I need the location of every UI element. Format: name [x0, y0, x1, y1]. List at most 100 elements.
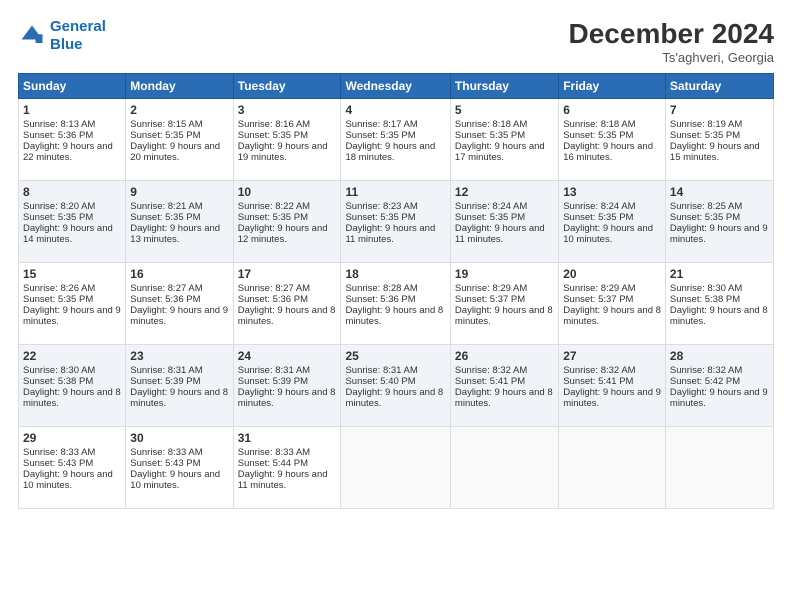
sunset-label: Sunset: 5:35 PM	[130, 130, 200, 141]
sunset-label: Sunset: 5:35 PM	[455, 212, 525, 223]
col-thursday: Thursday	[450, 74, 558, 99]
daylight-label: Daylight: 9 hours and 8 minutes.	[563, 305, 661, 327]
daylight-label: Daylight: 9 hours and 9 minutes.	[23, 305, 121, 327]
sunset-label: Sunset: 5:35 PM	[23, 294, 93, 305]
sunrise-label: Sunrise: 8:22 AM	[238, 201, 310, 212]
calendar-cell: 1 Sunrise: 8:13 AM Sunset: 5:36 PM Dayli…	[19, 99, 126, 181]
calendar-cell: 9 Sunrise: 8:21 AM Sunset: 5:35 PM Dayli…	[126, 181, 233, 263]
title-block: December 2024 Ts'aghveri, Georgia	[569, 18, 774, 65]
logo-line1: General	[50, 18, 106, 35]
sunset-label: Sunset: 5:43 PM	[130, 458, 200, 469]
daylight-label: Daylight: 9 hours and 11 minutes.	[345, 223, 435, 245]
calendar-table: Sunday Monday Tuesday Wednesday Thursday…	[18, 73, 774, 509]
daylight-label: Daylight: 9 hours and 11 minutes.	[238, 469, 328, 491]
sunrise-label: Sunrise: 8:17 AM	[345, 119, 417, 130]
sunrise-label: Sunrise: 8:31 AM	[130, 365, 202, 376]
daylight-label: Daylight: 9 hours and 18 minutes.	[345, 141, 435, 163]
daylight-label: Daylight: 9 hours and 12 minutes.	[238, 223, 328, 245]
sunrise-label: Sunrise: 8:18 AM	[455, 119, 527, 130]
day-number: 25	[345, 349, 445, 363]
daylight-label: Daylight: 9 hours and 13 minutes.	[130, 223, 220, 245]
sunset-label: Sunset: 5:43 PM	[23, 458, 93, 469]
day-number: 5	[455, 103, 554, 117]
calendar-cell: 18 Sunrise: 8:28 AM Sunset: 5:36 PM Dayl…	[341, 263, 450, 345]
calendar-cell: 12 Sunrise: 8:24 AM Sunset: 5:35 PM Dayl…	[450, 181, 558, 263]
day-number: 16	[130, 267, 228, 281]
sunrise-label: Sunrise: 8:21 AM	[130, 201, 202, 212]
sunset-label: Sunset: 5:37 PM	[455, 294, 525, 305]
daylight-label: Daylight: 9 hours and 15 minutes.	[670, 141, 760, 163]
day-number: 4	[345, 103, 445, 117]
day-number: 8	[23, 185, 121, 199]
sunset-label: Sunset: 5:42 PM	[670, 376, 740, 387]
sunrise-label: Sunrise: 8:28 AM	[345, 283, 417, 294]
calendar-cell: 4 Sunrise: 8:17 AM Sunset: 5:35 PM Dayli…	[341, 99, 450, 181]
day-number: 18	[345, 267, 445, 281]
sunset-label: Sunset: 5:41 PM	[455, 376, 525, 387]
day-number: 3	[238, 103, 337, 117]
daylight-label: Daylight: 9 hours and 9 minutes.	[670, 223, 768, 245]
day-number: 24	[238, 349, 337, 363]
calendar-cell: 5 Sunrise: 8:18 AM Sunset: 5:35 PM Dayli…	[450, 99, 558, 181]
location-subtitle: Ts'aghveri, Georgia	[569, 50, 774, 65]
calendar-cell: 19 Sunrise: 8:29 AM Sunset: 5:37 PM Dayl…	[450, 263, 558, 345]
calendar-cell: 20 Sunrise: 8:29 AM Sunset: 5:37 PM Dayl…	[559, 263, 666, 345]
sunrise-label: Sunrise: 8:27 AM	[238, 283, 310, 294]
day-number: 12	[455, 185, 554, 199]
calendar-cell: 21 Sunrise: 8:30 AM Sunset: 5:38 PM Dayl…	[665, 263, 773, 345]
col-monday: Monday	[126, 74, 233, 99]
calendar-cell: 11 Sunrise: 8:23 AM Sunset: 5:35 PM Dayl…	[341, 181, 450, 263]
calendar-cell: 29 Sunrise: 8:33 AM Sunset: 5:43 PM Dayl…	[19, 427, 126, 509]
sunrise-label: Sunrise: 8:30 AM	[670, 283, 742, 294]
day-number: 11	[345, 185, 445, 199]
sunset-label: Sunset: 5:36 PM	[238, 294, 308, 305]
day-number: 23	[130, 349, 228, 363]
day-number: 10	[238, 185, 337, 199]
col-tuesday: Tuesday	[233, 74, 341, 99]
calendar-cell: 7 Sunrise: 8:19 AM Sunset: 5:35 PM Dayli…	[665, 99, 773, 181]
sunset-label: Sunset: 5:36 PM	[345, 294, 415, 305]
day-number: 1	[23, 103, 121, 117]
daylight-label: Daylight: 9 hours and 8 minutes.	[670, 305, 768, 327]
sunset-label: Sunset: 5:35 PM	[238, 212, 308, 223]
sunrise-label: Sunrise: 8:33 AM	[23, 447, 95, 458]
day-number: 27	[563, 349, 661, 363]
day-number: 31	[238, 431, 337, 445]
day-number: 20	[563, 267, 661, 281]
calendar-cell: 10 Sunrise: 8:22 AM Sunset: 5:35 PM Dayl…	[233, 181, 341, 263]
sunrise-label: Sunrise: 8:30 AM	[23, 365, 95, 376]
calendar-header-row: Sunday Monday Tuesday Wednesday Thursday…	[19, 74, 774, 99]
daylight-label: Daylight: 9 hours and 10 minutes.	[563, 223, 653, 245]
day-number: 19	[455, 267, 554, 281]
daylight-label: Daylight: 9 hours and 8 minutes.	[455, 305, 553, 327]
calendar-cell	[665, 427, 773, 509]
sunset-label: Sunset: 5:36 PM	[130, 294, 200, 305]
sunset-label: Sunset: 5:40 PM	[345, 376, 415, 387]
calendar-cell: 17 Sunrise: 8:27 AM Sunset: 5:36 PM Dayl…	[233, 263, 341, 345]
day-number: 9	[130, 185, 228, 199]
sunset-label: Sunset: 5:35 PM	[455, 130, 525, 141]
sunset-label: Sunset: 5:41 PM	[563, 376, 633, 387]
calendar-cell: 13 Sunrise: 8:24 AM Sunset: 5:35 PM Dayl…	[559, 181, 666, 263]
daylight-label: Daylight: 9 hours and 8 minutes.	[238, 387, 336, 409]
sunrise-label: Sunrise: 8:33 AM	[130, 447, 202, 458]
sunrise-label: Sunrise: 8:32 AM	[563, 365, 635, 376]
day-number: 29	[23, 431, 121, 445]
calendar-cell: 16 Sunrise: 8:27 AM Sunset: 5:36 PM Dayl…	[126, 263, 233, 345]
sunrise-label: Sunrise: 8:24 AM	[563, 201, 635, 212]
daylight-label: Daylight: 9 hours and 8 minutes.	[238, 305, 336, 327]
daylight-label: Daylight: 9 hours and 14 minutes.	[23, 223, 113, 245]
calendar-week-row: 22 Sunrise: 8:30 AM Sunset: 5:38 PM Dayl…	[19, 345, 774, 427]
day-number: 15	[23, 267, 121, 281]
calendar-cell: 31 Sunrise: 8:33 AM Sunset: 5:44 PM Dayl…	[233, 427, 341, 509]
sunrise-label: Sunrise: 8:32 AM	[670, 365, 742, 376]
logo-text: General Blue	[50, 18, 106, 54]
sunrise-label: Sunrise: 8:27 AM	[130, 283, 202, 294]
sunset-label: Sunset: 5:36 PM	[23, 130, 93, 141]
daylight-label: Daylight: 9 hours and 22 minutes.	[23, 141, 113, 163]
calendar-week-row: 8 Sunrise: 8:20 AM Sunset: 5:35 PM Dayli…	[19, 181, 774, 263]
calendar-cell: 14 Sunrise: 8:25 AM Sunset: 5:35 PM Dayl…	[665, 181, 773, 263]
day-number: 2	[130, 103, 228, 117]
sunrise-label: Sunrise: 8:23 AM	[345, 201, 417, 212]
sunrise-label: Sunrise: 8:29 AM	[563, 283, 635, 294]
